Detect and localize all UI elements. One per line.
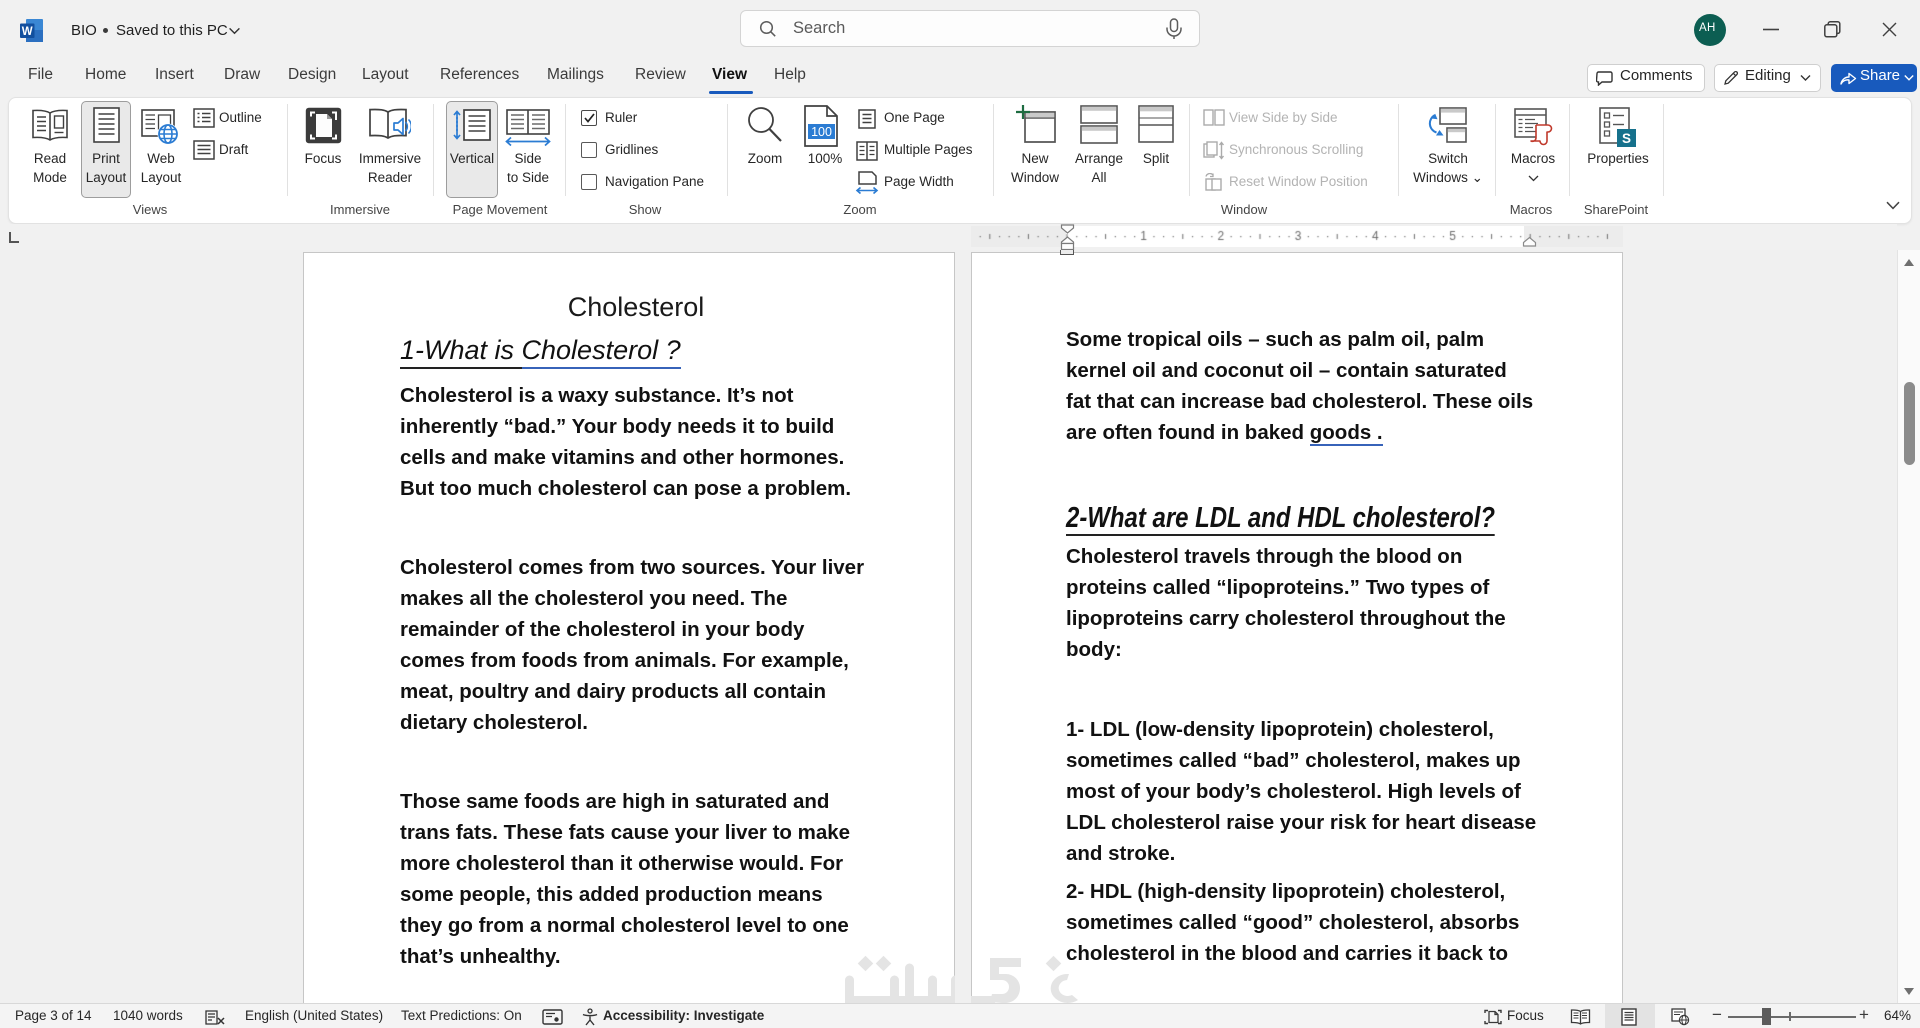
- svg-text:S: S: [1622, 131, 1631, 146]
- svg-text:100: 100: [811, 125, 832, 139]
